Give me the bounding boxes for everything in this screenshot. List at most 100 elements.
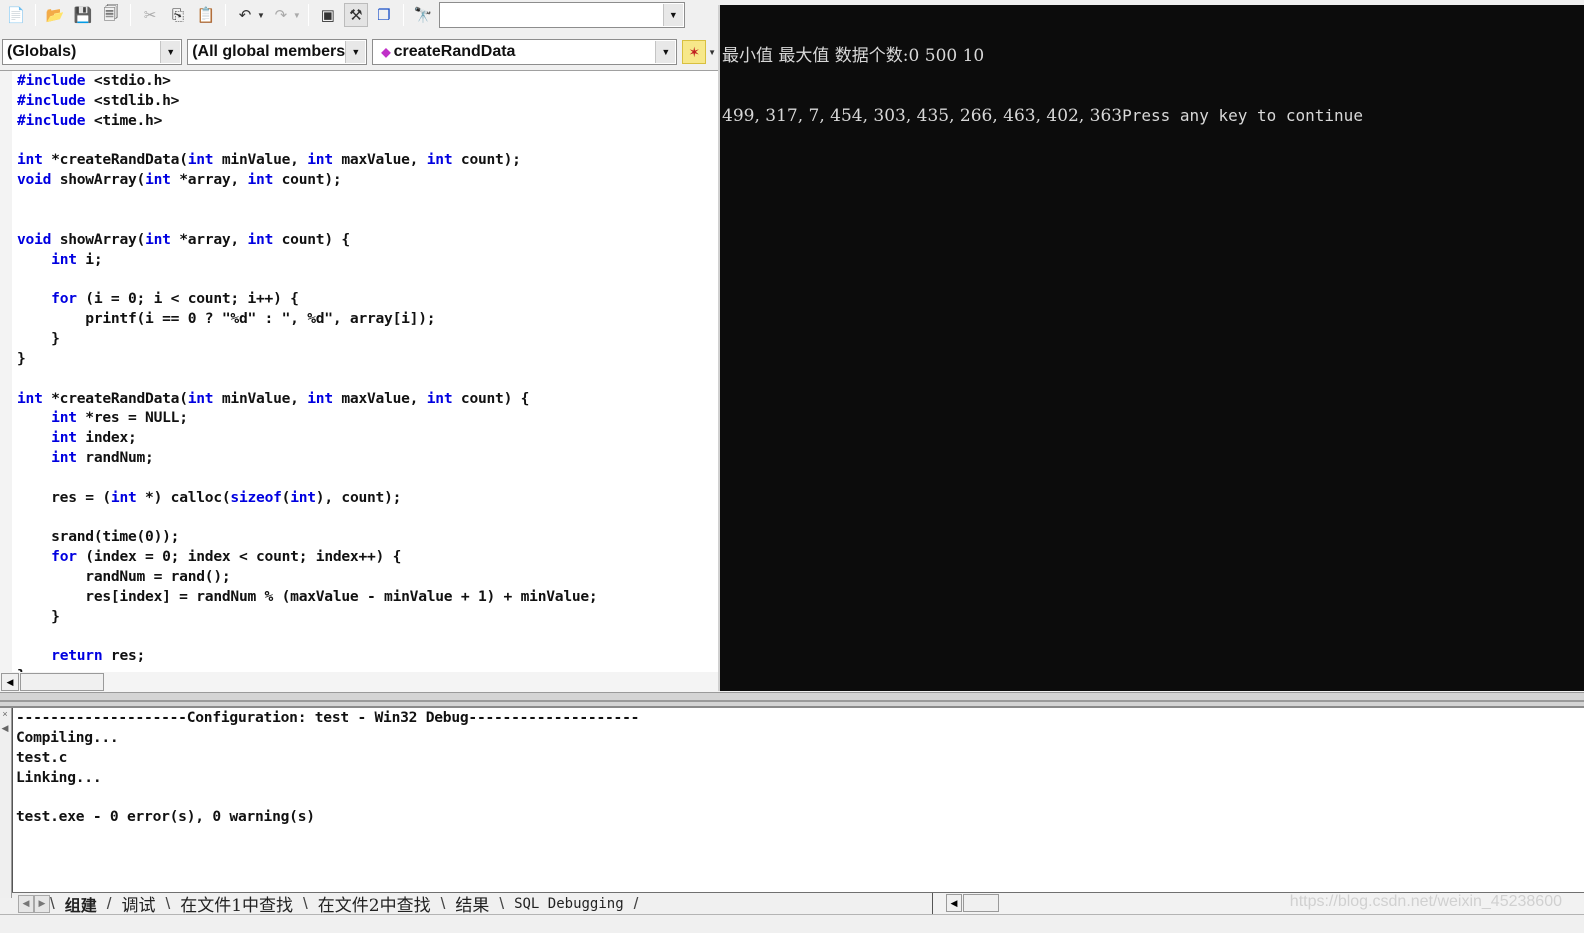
code-line[interactable] [17,627,597,647]
code-line[interactable]: void showArray(int *array, int count); [17,170,597,190]
undo-dropdown-icon[interactable]: ▼ [257,11,265,20]
tab-results[interactable]: 结果 [445,894,499,916]
code-line[interactable]: } [17,349,597,369]
code-token: showArray( [51,171,146,189]
tab-build[interactable]: 组建 [55,894,107,915]
code-line[interactable] [17,508,597,528]
close-icon[interactable]: × [0,708,10,720]
tab-debug[interactable]: 调试 [111,894,165,916]
code-editor[interactable]: #include <stdio.h> #include <stdlib.h> #in… [0,70,718,672]
watermark: https://blog.csdn.net/weixin_45238600 [1289,893,1562,910]
code-token: res = ( [17,488,111,506]
collapse-icon[interactable]: ◀ [0,722,10,734]
code-line[interactable] [17,190,597,210]
save-all-icon[interactable]: 🗐 [99,3,123,27]
chevron-down-icon[interactable]: ▼ [345,41,366,63]
scrollbar-thumb[interactable] [963,894,999,912]
copy-icon[interactable]: ⎘ [166,3,190,27]
code-line[interactable] [17,269,597,289]
code-token: <stdlib.h> [85,91,180,109]
tab-scroll-right-icon[interactable]: ▶ [34,894,50,913]
tab-scroll-left-icon[interactable]: ◀ [18,894,34,913]
build-output-pane[interactable]: --------------------Configuration: test … [12,708,1584,892]
scroll-left-icon[interactable]: ◀ [1,673,19,691]
keyword-token: #include [17,111,86,129]
chevron-down-icon[interactable]: ▼ [662,4,683,26]
output-horizontal-scrollbar[interactable]: ◀ https://blog.csdn.net/weixin_45238600 [932,893,1584,914]
scroll-left-icon[interactable]: ◀ [946,894,962,912]
tab-sql-debugging[interactable]: SQL Debugging [504,894,634,914]
paste-icon[interactable]: 📋 [194,3,218,27]
output-tabbar: ◀ ▶ \ 组建 / 调试 \ 在文件1中查找 \ 在文件2中查找 \ 结果 \… [12,892,1584,916]
tab-divider: / [633,893,639,913]
code-line[interactable]: return res; [17,646,597,666]
tab-find-in-files-1[interactable]: 在文件1中查找 [170,894,303,916]
chevron-down-icon[interactable]: ▼ [160,41,181,63]
editor-horizontal-scrollbar[interactable]: ◀ [0,672,718,692]
code-line[interactable] [17,210,597,230]
keyword-token: int [145,171,171,189]
scrollbar-thumb[interactable] [20,673,104,691]
find-in-files-icon[interactable]: 🔭 [411,3,435,27]
output-line: --------------------Configuration: test … [16,709,640,726]
code-line[interactable]: int *res = NULL; [17,408,597,428]
keyword-token: int [17,151,43,169]
tab-find-in-files-2[interactable]: 在文件2中查找 [308,894,441,916]
code-line[interactable] [17,131,597,151]
redo-dropdown-icon[interactable]: ▼ [293,11,301,20]
code-line[interactable]: int index; [17,428,597,448]
code-token: res[index] = randNum % (maxValue - minVa… [17,587,598,605]
code-token: res; [102,647,146,665]
code-line[interactable]: int *createRandData(int minValue, int ma… [17,389,597,409]
code-line[interactable]: int i; [17,250,597,270]
code-line[interactable]: } [17,607,597,627]
workspace-icon[interactable]: ▣ [316,3,340,27]
code-line[interactable]: int *createRandData(int minValue, int ma… [17,150,597,170]
filter-combo[interactable]: (All global members ▼ [187,39,368,65]
output-dock-handle[interactable]: × ◀ [0,708,12,898]
find-combo[interactable]: ▼ [438,2,685,28]
code-token: srand(time(0)); [17,528,180,546]
output-window-icon[interactable]: ⚒ [343,3,368,27]
code-line[interactable]: void showArray(int *array, int count) { [17,230,597,250]
code-line[interactable]: res[index] = randNum % (maxValue - minVa… [17,587,597,607]
undo-icon[interactable]: ↶ [233,3,257,27]
cut-icon[interactable]: ✂ [138,3,162,27]
member-combo[interactable]: ◆ createRandData ▼ [372,39,678,65]
scrollbar-track [932,893,944,914]
wizard-action-icon[interactable]: ✶ [682,40,707,64]
class-combo[interactable]: (Globals) ▼ [2,39,183,65]
wizard-dropdown-icon[interactable]: ▼ [708,48,716,57]
code-line[interactable] [17,468,597,488]
save-icon[interactable]: 💾 [71,3,95,27]
pane-splitter[interactable] [0,692,1584,708]
new-text-file-icon[interactable]: 📄 [4,3,28,27]
filter-combo-value: (All global members [192,43,346,60]
open-folder-icon[interactable]: 📂 [43,3,67,27]
keyword-token: int [187,389,214,407]
code-line[interactable]: srand(time(0)); [17,527,597,547]
code-line[interactable] [17,369,597,389]
code-token: ( [281,488,291,506]
console-continue-prompt: Press any key to continue [1122,106,1363,125]
redo-icon[interactable]: ↷ [269,3,293,27]
code-line[interactable]: for (i = 0; i < count; i++) { [17,289,597,309]
code-line[interactable]: randNum = rand(); [17,567,597,587]
output-line: Compiling... [16,728,119,746]
code-line[interactable]: } [17,329,597,349]
build-output-text: --------------------Configuration: test … [16,708,639,827]
toolbar-separator [307,4,309,26]
code-line[interactable]: #include <stdlib.h> [17,91,597,111]
code-line[interactable]: #include <stdio.h> [17,71,597,91]
chevron-down-icon[interactable]: ▼ [655,41,676,63]
source-code[interactable]: #include <stdio.h> #include <stdlib.h> #in… [17,71,598,672]
console-window[interactable]: 最小值 最大值 数据个数:0 500 10 499, 317, 7, 454, … [718,5,1584,691]
keyword-token: int [247,171,274,189]
code-line[interactable]: res = (int *) calloc(sizeof(int), count)… [17,488,597,508]
code-line[interactable]: int randNum; [17,448,597,468]
code-token: *array, [170,230,248,248]
code-line[interactable]: #include <time.h> [17,111,597,131]
code-line[interactable]: for (index = 0; index < count; index++) … [17,547,597,567]
window-list-icon[interactable]: ❐ [372,3,396,27]
code-line[interactable]: printf(i == 0 ? "%d" : ", %d", array[i])… [17,309,597,329]
